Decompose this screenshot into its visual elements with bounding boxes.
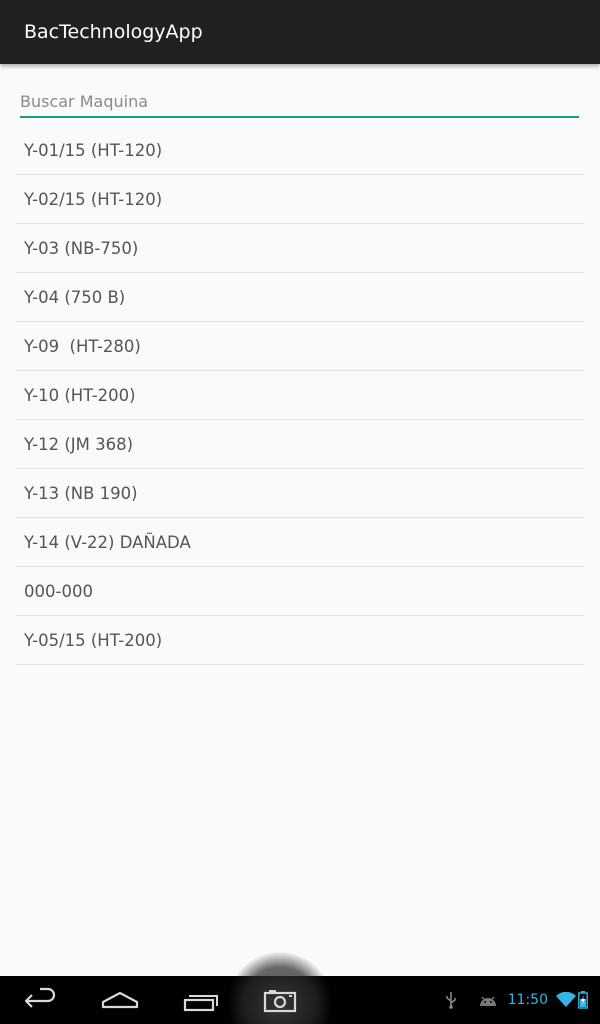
- search-input[interactable]: [20, 86, 579, 118]
- android-debug-icon: [479, 996, 496, 1006]
- screen: BacTechnologyApp Y-01/15 (HT-120) Y-02/1…: [0, 0, 600, 1024]
- recent-apps-icon: [183, 995, 218, 1012]
- app-title: BacTechnologyApp: [24, 21, 203, 43]
- list-item[interactable]: Y-04 (750 B): [16, 273, 584, 322]
- list-item[interactable]: Y-03 (NB-750): [16, 224, 584, 273]
- usb-icon: [445, 992, 456, 1009]
- list-item[interactable]: 000-000: [16, 567, 584, 616]
- recent-apps-button[interactable]: [170, 984, 230, 1016]
- list-item[interactable]: Y-13 (NB 190): [16, 469, 584, 518]
- list-item[interactable]: Y-10 (HT-200): [16, 371, 584, 420]
- battery-icon: [578, 991, 588, 1009]
- camera-button[interactable]: [250, 984, 310, 1016]
- action-bar: BacTechnologyApp: [0, 0, 600, 64]
- system-navigation-bar: 11:50: [0, 952, 600, 1024]
- list-item[interactable]: Y-01/15 (HT-120): [16, 126, 584, 175]
- search-field-container: [20, 86, 579, 120]
- home-button[interactable]: [90, 984, 150, 1016]
- machine-list: Y-01/15 (HT-120) Y-02/15 (HT-120) Y-03 (…: [16, 126, 584, 665]
- back-button[interactable]: [10, 984, 70, 1016]
- list-item[interactable]: Y-12 (JM 368): [16, 420, 584, 469]
- list-item[interactable]: Y-09 (HT-280): [16, 322, 584, 371]
- list-item[interactable]: Y-05/15 (HT-200): [16, 616, 584, 665]
- back-icon: [24, 987, 56, 1008]
- status-area[interactable]: 11:50: [444, 988, 588, 1012]
- status-time: 11:50: [507, 992, 548, 1008]
- camera-icon: [263, 990, 297, 1013]
- list-item[interactable]: Y-02/15 (HT-120): [16, 175, 584, 224]
- wifi-icon: [556, 992, 576, 1007]
- list-item[interactable]: Y-14 (V-22) DAÑADA: [16, 518, 584, 567]
- home-icon: [101, 991, 139, 1009]
